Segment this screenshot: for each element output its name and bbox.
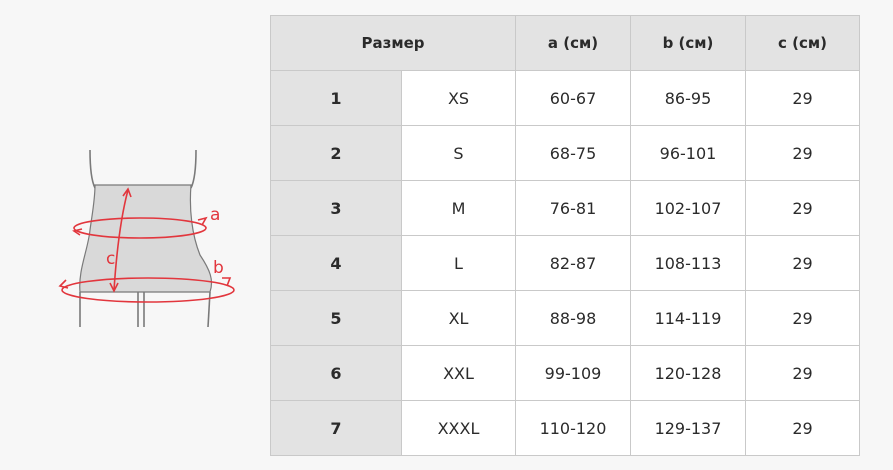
size-chart-table: Размер a (см) b (см) c (см) 1 XS 60-67 8… — [270, 15, 860, 456]
cell-b: 108-113 — [630, 235, 746, 291]
cell-size: XL — [401, 290, 516, 346]
cell-c: 29 — [745, 70, 860, 126]
table-row: 3 M 76-81 102-107 29 — [270, 180, 860, 236]
cell-b: 114-119 — [630, 290, 746, 346]
belt-measurement-diagram: a b c — [50, 140, 250, 340]
table-header-row: Размер a (см) b (см) c (см) — [270, 15, 860, 71]
cell-number: 6 — [270, 345, 402, 401]
label-a: a — [210, 205, 220, 225]
cell-number: 4 — [270, 235, 402, 291]
cell-a: 82-87 — [515, 235, 631, 291]
table-row: 7 XXXL 110-120 129-137 29 — [270, 400, 860, 456]
table-row: 4 L 82-87 108-113 29 — [270, 235, 860, 291]
cell-c: 29 — [745, 235, 860, 291]
header-b: b (см) — [630, 15, 746, 71]
cell-b: 96-101 — [630, 125, 746, 181]
cell-a: 68-75 — [515, 125, 631, 181]
cell-b: 120-128 — [630, 345, 746, 401]
cell-c: 29 — [745, 125, 860, 181]
cell-number: 2 — [270, 125, 402, 181]
label-b: b — [213, 258, 224, 278]
cell-number: 7 — [270, 400, 402, 456]
cell-number: 1 — [270, 70, 402, 126]
header-c: c (см) — [745, 15, 860, 71]
cell-a: 60-67 — [515, 70, 631, 126]
cell-b: 129-137 — [630, 400, 746, 456]
label-c: c — [106, 249, 115, 269]
cell-number: 3 — [270, 180, 402, 236]
header-size: Размер — [270, 15, 516, 71]
cell-c: 29 — [745, 400, 860, 456]
cell-c: 29 — [745, 290, 860, 346]
cell-b: 86-95 — [630, 70, 746, 126]
cell-c: 29 — [745, 345, 860, 401]
cell-a: 110-120 — [515, 400, 631, 456]
cell-size: M — [401, 180, 516, 236]
cell-number: 5 — [270, 290, 402, 346]
cell-a: 99-109 — [515, 345, 631, 401]
table-row: 6 XXL 99-109 120-128 29 — [270, 345, 860, 401]
cell-size: S — [401, 125, 516, 181]
cell-size: XXL — [401, 345, 516, 401]
cell-a: 88-98 — [515, 290, 631, 346]
cell-c: 29 — [745, 180, 860, 236]
table-row: 2 S 68-75 96-101 29 — [270, 125, 860, 181]
header-a: a (см) — [515, 15, 631, 71]
table-row: 5 XL 88-98 114-119 29 — [270, 290, 860, 346]
cell-size: XS — [401, 70, 516, 126]
cell-b: 102-107 — [630, 180, 746, 236]
table-row: 1 XS 60-67 86-95 29 — [270, 70, 860, 126]
cell-size: XXXL — [401, 400, 516, 456]
cell-a: 76-81 — [515, 180, 631, 236]
cell-size: L — [401, 235, 516, 291]
